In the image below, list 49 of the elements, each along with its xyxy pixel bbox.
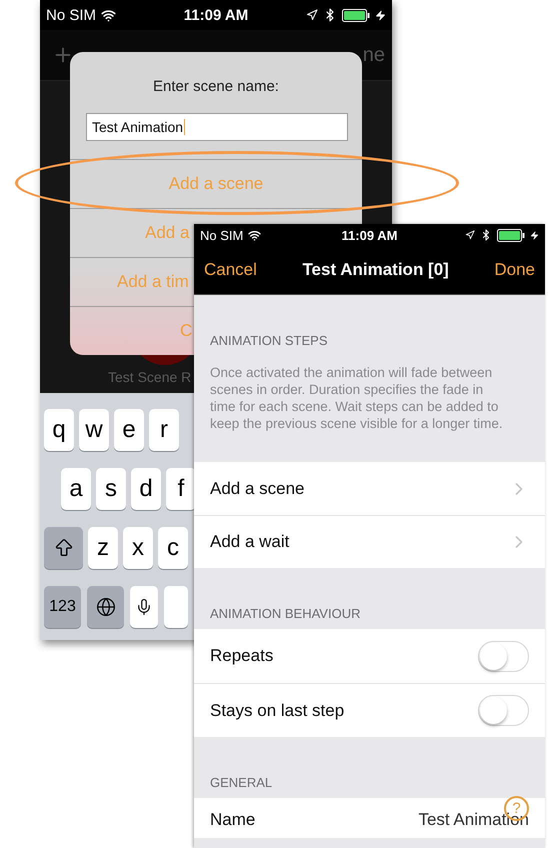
section-header: GENERAL (209, 774, 274, 792)
done-button[interactable]: Done (494, 260, 535, 280)
status-time: 11:09 AM (342, 228, 398, 242)
battery-icon (342, 8, 370, 22)
microphone-icon (135, 598, 153, 616)
letter-key[interactable]: f (166, 468, 196, 510)
section-header: ANIMATION BEHAVIOUR (209, 605, 362, 623)
globe-icon (96, 597, 116, 617)
toggle-switch[interactable] (478, 640, 529, 672)
row-label: Add a scene (210, 478, 305, 498)
status-time: 11:09 AM (184, 6, 248, 24)
carrier-label: No SIM (200, 228, 244, 242)
carrier-label: No SIM (46, 6, 96, 24)
location-icon (465, 230, 475, 240)
wifi-icon (248, 228, 262, 242)
numbers-key[interactable]: 123 (44, 586, 81, 628)
letter-key[interactable]: d (131, 468, 161, 510)
cancel-button[interactable]: Cancel (204, 260, 257, 280)
section-description: Once activated the animation will fade between scenes in order. Duration specifies the fade in time for each scene. Wait steps can be added to keep the previous scene visible for a longer time. (209, 364, 504, 433)
alert-title: Enter scene name: (152, 77, 280, 97)
dictation-key[interactable] (130, 586, 158, 628)
scene-name-field[interactable]: Test Animation (86, 113, 348, 141)
letter-key[interactable]: a (61, 468, 91, 510)
location-icon (306, 9, 318, 21)
letter-key[interactable]: q (44, 409, 74, 451)
letter-key[interactable]: c (158, 527, 188, 569)
globe-key[interactable] (87, 586, 124, 628)
row-label: Name (210, 810, 256, 830)
nav-title: Test Animation [0] (302, 260, 449, 280)
wifi-icon (101, 8, 116, 22)
shift-key[interactable] (44, 527, 83, 569)
list-row[interactable]: Add a scene (194, 462, 545, 515)
charging-icon (375, 10, 386, 20)
letter-key[interactable]: z (88, 527, 118, 569)
letter-key[interactable]: x (123, 527, 153, 569)
battery-icon (497, 228, 525, 242)
charging-icon (530, 230, 539, 240)
list-row[interactable]: Add a wait (194, 515, 545, 568)
bluetooth-icon (480, 229, 492, 241)
letter-key[interactable]: r (149, 409, 179, 451)
section-header: ANIMATION STEPS (209, 332, 328, 350)
scene-caption: Test Scene R (108, 369, 192, 385)
letter-key[interactable]: e (114, 409, 144, 451)
letter-key[interactable]: w (79, 409, 109, 451)
row-label: Stays on last step (210, 700, 344, 720)
letter-key[interactable]: s (96, 468, 126, 510)
row-label: Repeats (210, 646, 274, 666)
toggle-switch[interactable] (478, 695, 529, 726)
row-label: Add a wait (210, 532, 290, 552)
